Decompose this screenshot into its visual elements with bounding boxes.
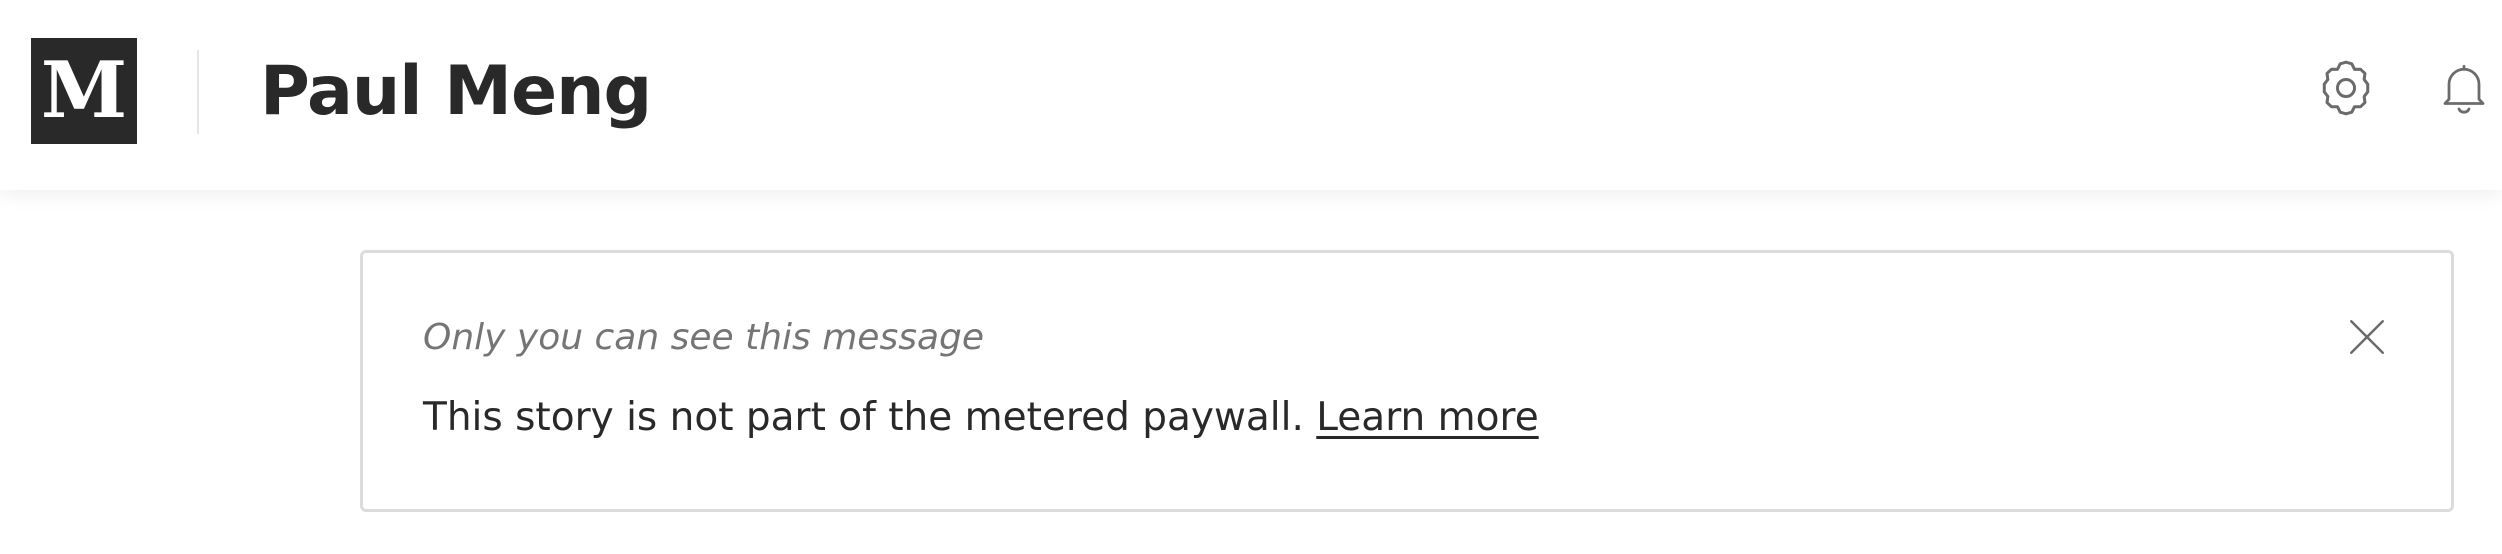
notice-message-line: This story is not part of the metered pa… [423, 395, 1539, 440]
close-icon [2350, 320, 2384, 354]
settings-button[interactable] [2310, 52, 2382, 124]
top-bar: M Paul Meng [0, 0, 2502, 190]
learn-more-link[interactable]: Learn more [1316, 395, 1538, 440]
notifications-button[interactable] [2432, 52, 2496, 124]
publication-title[interactable]: Paul Meng [260, 44, 652, 140]
gear-icon [2322, 60, 2370, 116]
logo-letter: M [40, 45, 128, 136]
notice-message: This story is not part of the metered pa… [423, 395, 1304, 440]
header-divider [197, 50, 199, 134]
bell-icon [2443, 64, 2485, 114]
medium-logo[interactable]: M [31, 38, 137, 144]
notice-close-button[interactable] [2341, 311, 2393, 363]
paywall-notice: Only you can see this message This story… [360, 250, 2454, 512]
notice-hint: Only you can see this message [423, 317, 985, 358]
